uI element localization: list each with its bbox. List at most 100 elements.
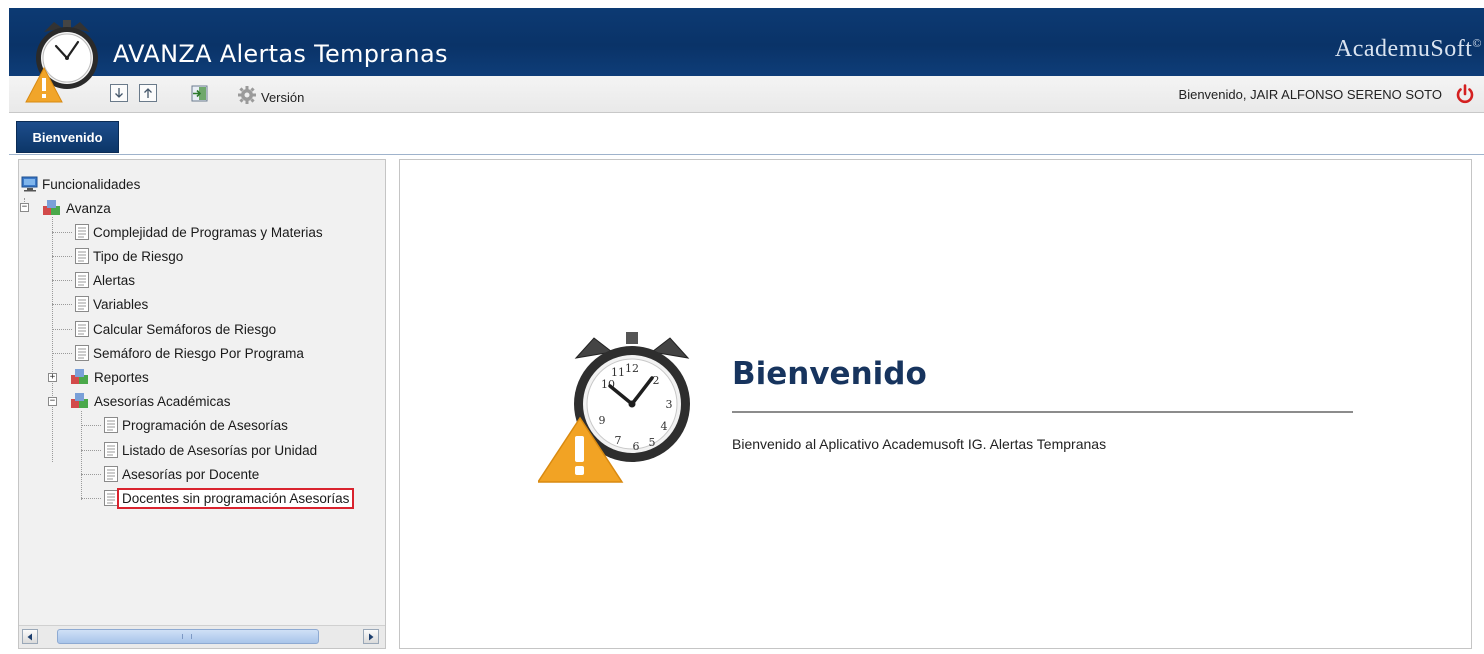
scroll-right-button[interactable]	[363, 629, 379, 644]
gear-icon	[238, 86, 256, 104]
app-logo	[22, 16, 112, 110]
document-icon	[75, 224, 89, 240]
tree-item-asesorias-docente[interactable]: Asesorías por Docente	[103, 463, 262, 485]
tree-connector	[52, 232, 72, 233]
svg-text:9: 9	[599, 414, 606, 427]
version-label: Versión	[261, 90, 305, 105]
svg-text:2: 2	[653, 374, 660, 387]
cubes-icon	[71, 369, 88, 384]
tree-label: Funcionalidades	[42, 176, 141, 192]
document-icon	[104, 490, 118, 506]
tree-root-funcionalidades[interactable]: Funcionalidades	[21, 173, 143, 195]
tree-label: Asesorías por Docente	[122, 466, 260, 482]
tree-connector	[52, 304, 72, 305]
svg-text:3: 3	[666, 398, 673, 411]
alarm-clock-warning-icon: 1223 456 791011	[536, 332, 690, 483]
version-button[interactable]: Versión	[237, 85, 304, 105]
document-icon	[75, 272, 89, 288]
tree-label: Complejidad de Programas y Materias	[93, 224, 323, 240]
document-icon	[104, 442, 118, 458]
expand-icon[interactable]: +	[48, 373, 57, 382]
tree-label: Asesorías Académicas	[94, 393, 231, 409]
tree-node-asesorias[interactable]: Asesorías Académicas	[69, 390, 234, 412]
document-icon	[75, 345, 89, 361]
tree-item-listado-asesorias[interactable]: Listado de Asesorías por Unidad	[103, 439, 320, 461]
tab-bienvenido[interactable]: Bienvenido	[16, 121, 119, 153]
tree-connector	[52, 280, 72, 281]
tree-label: Reportes	[94, 369, 149, 385]
tree-connector	[52, 353, 72, 354]
app-title: AVANZA Alertas Tempranas	[113, 40, 448, 68]
upload-button[interactable]	[139, 84, 157, 102]
cubes-icon	[71, 393, 88, 408]
tree-label: Calcular Semáforos de Riesgo	[93, 321, 277, 337]
main-content-panel: 12 2 3 456 7 9 10 11 Bienvenido Bienvenido al…	[399, 159, 1472, 649]
tree-node-reportes[interactable]: Reportes	[69, 366, 152, 388]
exit-door-icon	[191, 85, 208, 102]
chevron-left-icon	[27, 633, 32, 640]
tab-divider	[9, 154, 1484, 155]
functionality-tree: Funcionalidades − Avanza Complejidad de …	[19, 160, 385, 626]
svg-text:11: 11	[611, 366, 625, 379]
horizontal-scrollbar[interactable]	[19, 625, 385, 648]
tree-label: Avanza	[66, 200, 111, 216]
svg-text:4: 4	[661, 420, 668, 433]
tree-item-complejidad[interactable]: Complejidad de Programas y Materias	[74, 221, 326, 243]
tree-item-programacion-asesorias[interactable]: Programación de Asesorías	[103, 414, 291, 436]
monitor-icon	[21, 176, 38, 192]
toolbar: Versión Bienvenido, JAIR ALFONSO SERENO …	[9, 76, 1484, 113]
scroll-grip	[182, 634, 192, 639]
svg-text:7: 7	[615, 434, 622, 447]
tree-connector	[52, 256, 72, 257]
divider	[732, 411, 1353, 413]
tree-item-calcular-semaforos[interactable]: Calcular Semáforos de Riesgo	[74, 318, 279, 340]
tree-item-semaforo-programa[interactable]: Semáforo de Riesgo Por Programa	[74, 342, 307, 364]
tree-label: Tipo de Riesgo	[93, 248, 184, 264]
brand-mark: ©	[1472, 36, 1482, 50]
chevron-right-icon	[369, 633, 374, 640]
tree-label: Docentes sin programación Asesorías	[116, 487, 355, 509]
arrow-up-icon	[144, 88, 152, 98]
tree-connector	[81, 498, 101, 499]
tree-connector	[52, 217, 53, 462]
brand-logo-text: AcademuSoft©	[1335, 36, 1482, 63]
navigation-tree-panel: Funcionalidades − Avanza Complejidad de …	[18, 159, 386, 649]
tree-item-alertas[interactable]: Alertas	[74, 269, 138, 291]
tree-label: Variables	[93, 296, 149, 312]
svg-text:5: 5	[649, 436, 656, 449]
tree-label: Semáforo de Riesgo Por Programa	[93, 345, 304, 361]
document-icon	[104, 466, 118, 482]
cubes-icon	[43, 200, 60, 215]
tree-item-tipo-riesgo[interactable]: Tipo de Riesgo	[74, 245, 186, 267]
alarm-clock-warning-icon	[25, 20, 98, 103]
tree-connector	[81, 474, 101, 475]
document-icon	[75, 321, 89, 337]
welcome-illustration: 12 2 3 456 7 9 10 11	[536, 326, 698, 491]
tree-connector	[81, 425, 101, 426]
tree-connector	[81, 450, 101, 451]
welcome-user-text: Bienvenido, JAIR ALFONSO SERENO SOTO	[1178, 87, 1442, 102]
logout-button[interactable]	[1454, 83, 1476, 110]
svg-text:12: 12	[625, 362, 639, 375]
tree-item-docentes-sin-programacion[interactable]: Docentes sin programación Asesorías	[103, 487, 355, 509]
scroll-left-button[interactable]	[22, 629, 38, 644]
document-icon	[75, 296, 89, 312]
tree-item-variables[interactable]: Variables	[74, 293, 151, 315]
document-icon	[75, 248, 89, 264]
document-icon	[104, 417, 118, 433]
app-header: AVANZA Alertas Tempranas AcademuSoft©	[9, 8, 1484, 76]
collapse-icon[interactable]: −	[48, 397, 57, 406]
tree-connector	[52, 329, 72, 330]
scroll-thumb[interactable]	[57, 629, 319, 644]
arrow-down-icon	[115, 88, 123, 98]
download-button[interactable]	[110, 84, 128, 102]
brand-name: AcademuSoft	[1334, 36, 1473, 62]
tree-label: Listado de Asesorías por Unidad	[122, 442, 318, 458]
welcome-heading: Bienvenido	[732, 356, 927, 392]
power-icon	[1456, 84, 1474, 104]
tree-node-avanza[interactable]: Avanza	[41, 197, 114, 219]
tree-label: Programación de Asesorías	[122, 417, 288, 433]
welcome-message: Bienvenido al Aplicativo Academusoft IG.…	[732, 436, 1107, 452]
exit-button[interactable]	[191, 85, 209, 107]
collapse-icon[interactable]: −	[20, 203, 29, 212]
